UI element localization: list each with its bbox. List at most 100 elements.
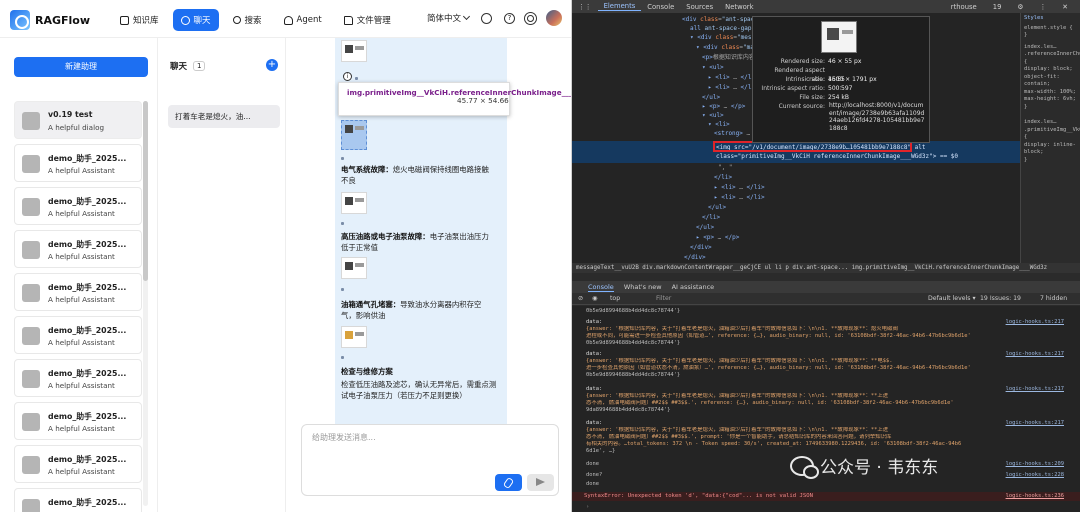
assistant-card[interactable]: demo_助手_2025... xyxy=(14,488,142,512)
tab-ai-assistance[interactable]: AI assistance xyxy=(672,283,715,291)
tab-sources[interactable]: Sources xyxy=(680,3,719,11)
console-line: 0b5e9d8994688b4dd4dc8c78744'} xyxy=(586,372,681,378)
dom-line[interactable]: ▸ <p> … </p> xyxy=(696,233,739,242)
devtools-menu-icon[interactable]: ⋮⋮ xyxy=(572,3,598,11)
tab-lighthouse[interactable]: rthouse xyxy=(945,3,983,11)
dom-line[interactable]: </div> xyxy=(684,253,706,262)
section-heading: 检查与维修方案 xyxy=(341,366,493,377)
nav-knowledge-base[interactable]: 知识库 xyxy=(112,9,167,31)
reference-image[interactable] xyxy=(341,192,367,214)
nav-file-management[interactable]: 文件管理 xyxy=(336,9,399,31)
info-icon[interactable]: i xyxy=(343,72,352,81)
github-icon[interactable] xyxy=(481,12,492,24)
nav-label: 文件管理 xyxy=(356,16,391,26)
eye-icon[interactable]: ◉ xyxy=(592,295,597,302)
assistant-card[interactable]: demo_助手_2025... A helpful Assistant xyxy=(14,144,142,182)
message-input-box[interactable] xyxy=(301,424,559,496)
dom-line[interactable]: ▾ <li> xyxy=(708,120,730,129)
console-source-link[interactable]: logic-hooks.ts:228 xyxy=(1006,472,1064,479)
tab-whats-new[interactable]: What's new xyxy=(624,283,662,291)
assistant-card[interactable]: demo_助手_2025... A helpful Assistant xyxy=(14,402,142,440)
assistant-card[interactable]: demo_助手_2025... A helpful Assistant xyxy=(14,316,142,354)
more-icon[interactable]: ⋮ xyxy=(1034,3,1053,11)
assistant-avatar xyxy=(22,241,40,259)
bold-text: 电气系统故障： xyxy=(341,165,393,174)
dom-line[interactable]: <p>根据知识库内容 xyxy=(702,53,755,62)
dom-line[interactable]: ▾ <ul> xyxy=(702,63,724,72)
tab-console-drawer[interactable]: Console xyxy=(588,283,614,292)
help-icon[interactable]: ? xyxy=(504,12,515,24)
console-source-link[interactable]: logic-hooks.ts:236 xyxy=(1006,493,1064,500)
reference-image[interactable] xyxy=(341,40,367,62)
error-text: SyntaxError: Unexpected token 'd', "data… xyxy=(584,493,814,499)
assistant-scrollbar[interactable] xyxy=(143,101,148,506)
tab-elements[interactable]: Elements xyxy=(597,2,642,11)
dom-line[interactable]: ▸ <p> … </p> xyxy=(702,102,745,111)
tab-console[interactable]: Console xyxy=(641,3,680,11)
tab-network[interactable]: Network xyxy=(719,3,759,11)
new-assistant-button[interactable]: 新建助理 xyxy=(14,57,148,77)
console-source-link[interactable]: logic-hooks.ts:209 xyxy=(1006,461,1064,468)
assistant-avatar xyxy=(22,499,40,512)
chat-item[interactable]: 打着车老是熄火，油... xyxy=(168,105,280,128)
clear-console-icon[interactable]: ⊘ xyxy=(578,295,583,302)
assistant-card[interactable]: demo_助手_2025... A helpful Assistant xyxy=(14,273,142,311)
dom-line[interactable]: </ul> xyxy=(702,93,720,102)
scrollbar-thumb[interactable] xyxy=(143,101,148,281)
tooltip-element-size: 45.77 × 54.66 xyxy=(457,96,509,105)
dom-line[interactable]: <strong> … xyxy=(714,129,750,138)
nav-chat[interactable]: 聊天 xyxy=(172,9,219,31)
default-levels-select[interactable]: Default levels ▾ xyxy=(928,295,976,302)
dom-line[interactable]: </li> xyxy=(702,213,720,222)
assistant-name: demo_助手_2025... xyxy=(48,412,127,421)
dom-line[interactable]: ▸ <li> … </li> xyxy=(708,73,759,82)
reference-image[interactable] xyxy=(341,326,367,348)
console-filter-input[interactable]: Filter xyxy=(656,295,671,302)
hidden-count: 7 hidden xyxy=(1040,295,1068,302)
popup-source-url[interactable]: http://localhost:8000/v1/document/image/… xyxy=(829,102,927,132)
assistant-avatar xyxy=(22,155,40,173)
gear-icon[interactable]: ⚙ xyxy=(1011,3,1029,11)
avatar[interactable] xyxy=(546,10,562,26)
assistant-card[interactable]: demo_助手_2025... A helpful Assistant xyxy=(14,359,142,397)
css-rule[interactable]: element.style {} xyxy=(1021,25,1080,40)
dom-line[interactable]: ", " xyxy=(718,163,732,172)
send-button[interactable] xyxy=(527,474,554,491)
assistant-card[interactable]: v0.19 test A helpful dialog xyxy=(14,101,142,139)
dom-line[interactable]: ▸ <li> … </li> xyxy=(714,193,765,202)
issues-count[interactable]: 19 Issues: 19 xyxy=(980,295,1021,302)
nav-agent[interactable]: Agent xyxy=(276,9,330,31)
issues-badge[interactable]: 19 xyxy=(987,3,1008,11)
add-chat-button[interactable]: + xyxy=(266,59,278,71)
styles-title[interactable]: Styles xyxy=(1021,13,1080,25)
assistant-name: demo_助手_2025... xyxy=(48,283,127,292)
attach-button[interactable] xyxy=(495,474,522,491)
message-input[interactable] xyxy=(312,433,512,442)
dom-line[interactable]: ▸ <li> … </li> xyxy=(714,183,765,192)
breadcrumb-text[interactable]: messageText__vuU2B div.markdownContentWr… xyxy=(576,265,1047,271)
console-prompt[interactable]: › xyxy=(586,504,1064,511)
dom-line[interactable]: </div> xyxy=(690,243,712,252)
message-paragraph: 油箱通气孔堵塞：导致油水分离器内积存空气，影响供油 xyxy=(341,299,493,321)
popup-label: Intrinsic size: xyxy=(785,76,825,83)
dom-breadcrumb[interactable]: messageText__vuU2B div.markdownContentWr… xyxy=(572,263,1080,273)
assistant-card[interactable]: demo_助手_2025... A helpful Assistant xyxy=(14,230,142,268)
logo[interactable]: RAGFlow xyxy=(10,10,90,30)
language-select[interactable]: 简体中文 xyxy=(427,12,471,24)
dom-line[interactable]: </ul> xyxy=(708,203,726,212)
dom-line[interactable]: ▾ <ul> xyxy=(702,111,724,120)
theme-sun-icon[interactable] xyxy=(527,14,534,22)
nav-search[interactable]: 搜索 xyxy=(225,9,270,31)
bold-text: 检查与维修方案 xyxy=(341,367,393,376)
context-select[interactable]: top xyxy=(610,295,620,302)
css-rule[interactable]: index.les….referenceInnerChunkImage__WGd… xyxy=(1021,40,1080,116)
reference-image[interactable] xyxy=(341,257,367,279)
css-rule[interactable]: index.les….primitiveImg__VkCiH {display:… xyxy=(1021,115,1080,168)
dom-line[interactable]: </ul> xyxy=(696,223,714,232)
dom-line[interactable]: </li> xyxy=(714,173,732,182)
close-icon[interactable]: ✕ xyxy=(1056,3,1074,11)
assistant-card[interactable]: demo_助手_2025... A helpful Assistant xyxy=(14,445,142,483)
reference-image-selected[interactable] xyxy=(341,120,367,150)
assistant-card[interactable]: demo_助手_2025... A helpful Assistant xyxy=(14,187,142,225)
dom-line[interactable]: ▸ <li> … </li> xyxy=(708,83,759,92)
